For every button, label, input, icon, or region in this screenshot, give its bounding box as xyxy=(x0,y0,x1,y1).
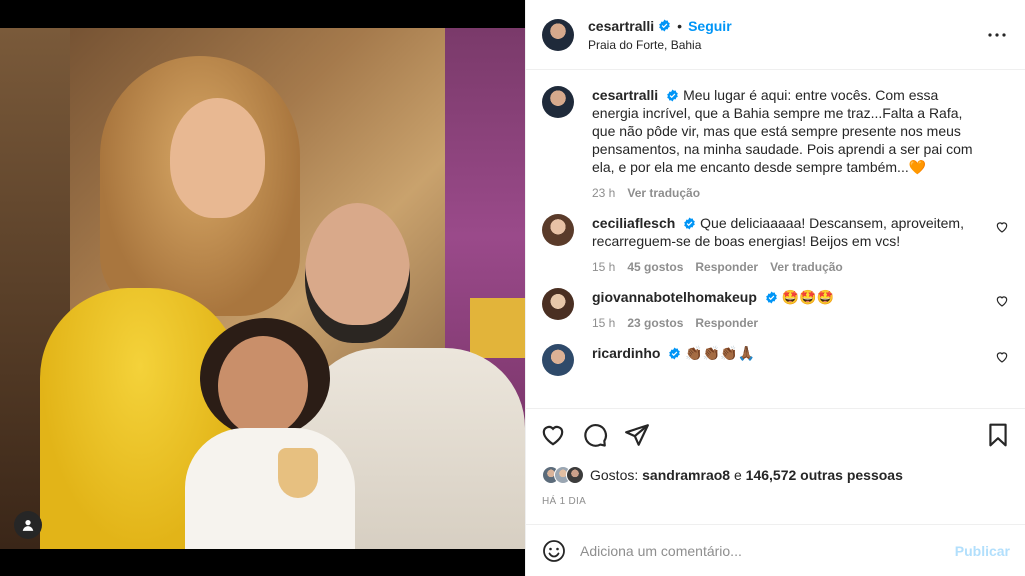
comment-time[interactable]: 15 h xyxy=(592,260,615,274)
post-location[interactable]: Praia do Forte, Bahia xyxy=(588,38,985,52)
more-icon[interactable] xyxy=(985,23,1009,47)
verified-badge-icon xyxy=(667,89,678,102)
publish-button[interactable]: Publicar xyxy=(955,543,1010,559)
comment-input[interactable] xyxy=(580,542,955,559)
translate-button[interactable]: Ver tradução xyxy=(627,186,700,200)
heart-icon[interactable] xyxy=(540,422,566,448)
author-avatar[interactable] xyxy=(542,18,574,51)
commenter-avatar[interactable] xyxy=(542,288,574,320)
comment-item: ricardinho 👏🏾👏🏾👏🏾🙏🏾 xyxy=(542,344,1009,376)
verified-badge-icon xyxy=(669,347,681,360)
comments-list[interactable]: cesartralli Meu lugar é aqui: entre você… xyxy=(526,70,1025,408)
verified-badge-icon xyxy=(766,291,777,304)
comment-item: ceciliaflesch Que deliciaaaaa! Descansem… xyxy=(542,214,1009,274)
verified-badge-icon xyxy=(684,217,696,230)
bookmark-icon[interactable] xyxy=(985,422,1011,448)
comment-heart-icon[interactable] xyxy=(995,220,1009,234)
comment-heart-icon[interactable] xyxy=(995,350,1009,364)
post-photo[interactable] xyxy=(0,28,525,549)
comment-heart-icon[interactable] xyxy=(995,294,1009,308)
follow-button[interactable]: Seguir xyxy=(688,18,732,34)
post-media xyxy=(0,0,525,576)
comment-likes[interactable]: 45 gostos xyxy=(627,260,683,274)
post-header: cesartralli • Seguir Praia do Forte, Bah… xyxy=(526,0,1025,70)
liker-username[interactable]: sandramrao8 xyxy=(642,467,730,483)
commenter-avatar[interactable] xyxy=(542,214,574,246)
caption-author-avatar[interactable] xyxy=(542,86,574,118)
translate-button[interactable]: Ver tradução xyxy=(770,260,843,274)
likes-others[interactable]: 146,572 outras pessoas xyxy=(746,467,903,483)
add-comment-bar: Publicar xyxy=(526,524,1025,576)
reply-button[interactable]: Responder xyxy=(695,260,758,274)
share-icon[interactable] xyxy=(624,422,650,448)
likes-row: Gostos: sandramrao8 e 146,572 outras pes… xyxy=(526,460,1025,490)
caption-username[interactable]: cesartralli xyxy=(592,87,658,103)
comment-time[interactable]: 15 h xyxy=(592,316,615,330)
comment-item: giovannabotelhomakeup 🤩🤩🤩 15 h 23 gostos… xyxy=(542,288,1009,330)
author-username[interactable]: cesartralli xyxy=(588,18,654,34)
caption-time[interactable]: 23 h xyxy=(592,186,615,200)
comment-likes[interactable]: 23 gostos xyxy=(627,316,683,330)
commenter-username[interactable]: ceciliaflesch xyxy=(592,215,675,231)
action-bar xyxy=(526,408,1025,460)
comment-icon[interactable] xyxy=(582,422,608,448)
caption: cesartralli Meu lugar é aqui: entre você… xyxy=(542,86,1009,200)
comment-text: 🤩🤩🤩 xyxy=(781,289,835,305)
user-tag-icon[interactable] xyxy=(14,511,42,539)
commenter-username[interactable]: giovannabotelhomakeup xyxy=(592,289,757,305)
commenter-username[interactable]: ricardinho xyxy=(592,345,660,361)
post-panel: cesartralli • Seguir Praia do Forte, Bah… xyxy=(525,0,1025,576)
likes-prefix: Gostos: xyxy=(590,467,639,483)
commenter-avatar[interactable] xyxy=(542,344,574,376)
post-date[interactable]: HÁ 1 DIA xyxy=(526,490,1025,522)
separator-dot: • xyxy=(677,17,683,34)
likers-avatars[interactable] xyxy=(542,466,584,484)
verified-badge-icon xyxy=(659,19,670,32)
likes-connector: e xyxy=(733,467,742,483)
emoji-icon[interactable] xyxy=(542,539,566,563)
reply-button[interactable]: Responder xyxy=(695,316,758,330)
comment-text: 👏🏾👏🏾👏🏾🙏🏾 xyxy=(685,345,756,361)
